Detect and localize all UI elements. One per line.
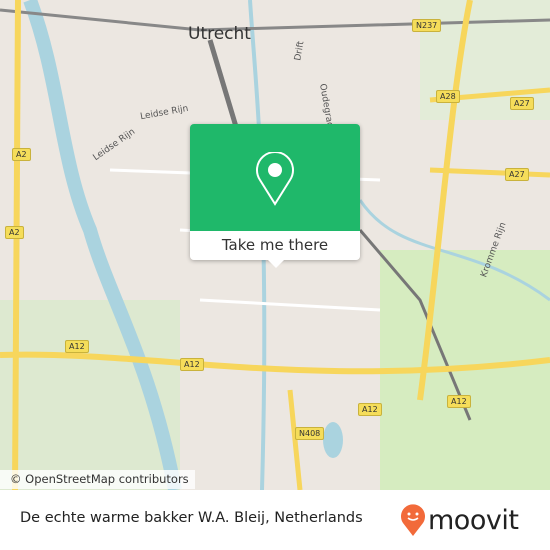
map-attribution[interactable]: © OpenStreetMap contributors [0,470,195,489]
road-shield: A12 [180,358,204,371]
road-shield: A2 [5,226,24,239]
place-name: De echte warme bakker W.A. Bleij, Nether… [20,510,363,526]
moovit-logo-text: moovit [428,504,519,536]
road-shield: A28 [436,90,460,103]
map[interactable]: Utrecht Leidse Rijn Leidse Rijn Drift Ou… [0,0,550,490]
moovit-logo[interactable]: moovit [400,500,519,540]
road-shield: A2 [12,148,31,161]
moovit-pin-icon [401,504,425,536]
take-me-there-button[interactable]: Take me there [190,231,360,260]
footer: De echte warme bakker W.A. Bleij, Nether… [0,490,550,550]
road-shield: N237 [412,19,442,32]
road-shield: A12 [65,340,89,353]
city-label: Utrecht [188,24,251,44]
popup-pointer [268,260,284,268]
road-shield: A27 [505,168,529,181]
road-shield: N408 [295,427,325,440]
map-pin-icon [256,152,294,206]
road-shield: A12 [447,395,471,408]
popup-header [190,124,360,231]
road-shield: A12 [358,403,382,416]
location-popup: Take me there [190,124,360,268]
road-shield: A27 [510,97,534,110]
